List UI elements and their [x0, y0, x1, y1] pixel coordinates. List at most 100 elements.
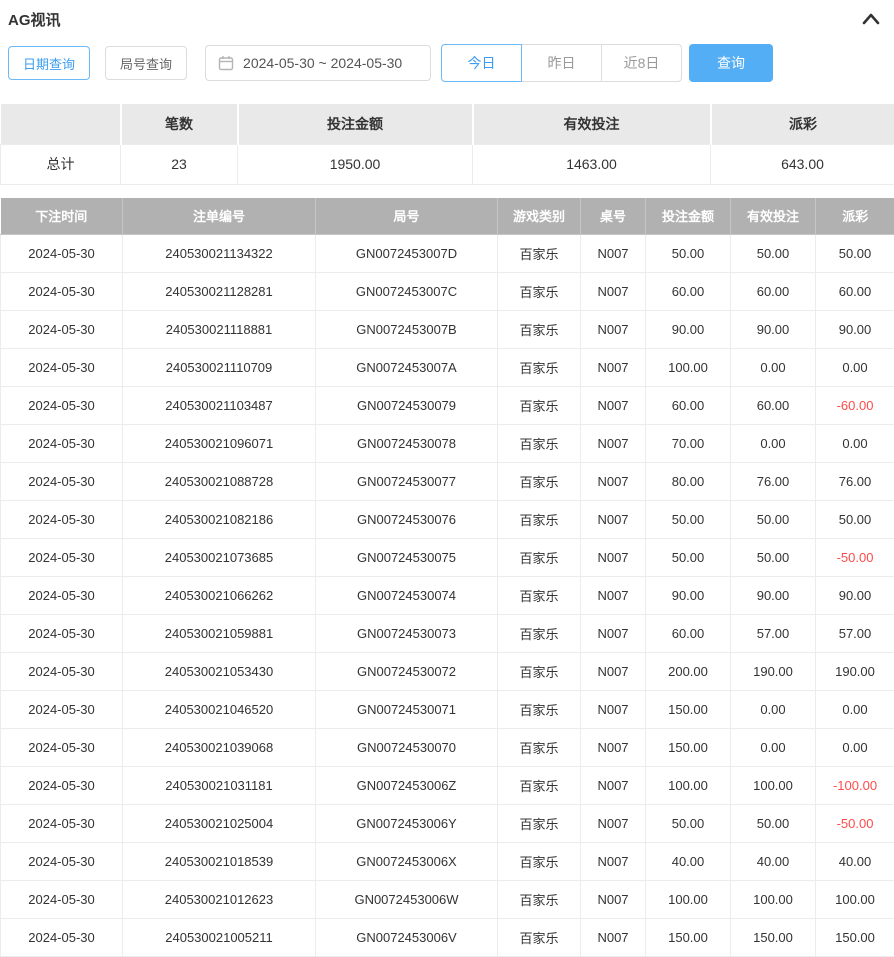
table-cell: 2024-05-30 [1, 349, 123, 387]
table-cell: 76.00 [731, 463, 816, 501]
summary-header-blank [1, 104, 121, 144]
table-cell: 2024-05-30 [1, 615, 123, 653]
table-cell: 57.00 [816, 615, 894, 653]
table-cell: 百家乐 [498, 349, 581, 387]
table-row: 2024-05-30240530021096071GN00724530078百家… [1, 425, 894, 463]
table-cell: GN00724530077 [316, 463, 498, 501]
table-cell: 60.00 [816, 273, 894, 311]
table-cell: N007 [581, 425, 646, 463]
table-cell: 百家乐 [498, 235, 581, 273]
table-cell: 2024-05-30 [1, 767, 123, 805]
table-cell: GN0072453006Y [316, 805, 498, 843]
table-cell: 100.00 [646, 767, 731, 805]
table-cell: 90.00 [816, 577, 894, 615]
table-cell: GN00724530076 [316, 501, 498, 539]
date-range-value: 2024-05-30 ~ 2024-05-30 [243, 55, 402, 71]
table-cell: 2024-05-30 [1, 387, 123, 425]
table-cell: 百家乐 [498, 615, 581, 653]
calendar-icon [218, 55, 234, 71]
table-cell: 100.00 [731, 767, 816, 805]
table-row: 2024-05-30240530021128281GN0072453007C百家… [1, 273, 894, 311]
summary-header-row: 笔数 投注金额 有效投注 派彩 [1, 104, 894, 144]
table-cell: 240530021012623 [123, 881, 316, 919]
table-cell: GN00724530073 [316, 615, 498, 653]
table-cell: 百家乐 [498, 387, 581, 425]
quick-button-today[interactable]: 今日 [441, 44, 522, 82]
table-cell: GN0072453007B [316, 311, 498, 349]
table-cell: 150.00 [816, 919, 894, 957]
table-cell: GN00724530078 [316, 425, 498, 463]
table-cell: 百家乐 [498, 919, 581, 957]
table-cell: 40.00 [816, 843, 894, 881]
table-cell: 50.00 [731, 235, 816, 273]
table-cell: 2024-05-30 [1, 501, 123, 539]
search-button[interactable]: 查询 [689, 44, 773, 82]
table-cell: N007 [581, 805, 646, 843]
table-cell: 百家乐 [498, 577, 581, 615]
table-cell: N007 [581, 349, 646, 387]
date-range-picker[interactable]: 2024-05-30 ~ 2024-05-30 [205, 45, 431, 81]
page-title: AG视讯 [8, 9, 61, 30]
round-query-button[interactable]: 局号查询 [105, 46, 187, 80]
table-cell: N007 [581, 767, 646, 805]
summary-total-row: 总计 23 1950.00 1463.00 643.00 [1, 144, 894, 184]
table-cell: 240530021005211 [123, 919, 316, 957]
table-cell: 150.00 [646, 691, 731, 729]
table-cell: 90.00 [731, 311, 816, 349]
column-header: 局号 [316, 198, 498, 235]
table-row: 2024-05-30240530021005211GN0072453006V百家… [1, 919, 894, 957]
table-cell: 2024-05-30 [1, 805, 123, 843]
table-cell: GN00724530071 [316, 691, 498, 729]
table-cell: 240530021046520 [123, 691, 316, 729]
table-cell: 240530021110709 [123, 349, 316, 387]
table-cell: N007 [581, 273, 646, 311]
table-cell: 百家乐 [498, 425, 581, 463]
table-cell: 50.00 [731, 501, 816, 539]
column-header: 游戏类别 [498, 198, 581, 235]
table-cell: GN0072453006Z [316, 767, 498, 805]
table-cell: 0.00 [816, 425, 894, 463]
table-cell: 百家乐 [498, 273, 581, 311]
table-row: 2024-05-30240530021110709GN0072453007A百家… [1, 349, 894, 387]
table-cell: 0.00 [731, 349, 816, 387]
table-cell: 百家乐 [498, 311, 581, 349]
table-cell: 百家乐 [498, 463, 581, 501]
summary-header-valid-bet: 有效投注 [473, 104, 711, 144]
table-cell: 2024-05-30 [1, 881, 123, 919]
table-cell: 240530021096071 [123, 425, 316, 463]
table-cell: 60.00 [731, 273, 816, 311]
table-cell: 60.00 [646, 273, 731, 311]
table-cell: 50.00 [646, 235, 731, 273]
table-cell: 240530021118881 [123, 311, 316, 349]
date-query-button[interactable]: 日期查询 [8, 46, 90, 80]
table-cell: 50.00 [646, 501, 731, 539]
quick-button-yesterday[interactable]: 昨日 [521, 44, 602, 82]
table-cell: 60.00 [646, 615, 731, 653]
table-cell: GN0072453006X [316, 843, 498, 881]
table-cell: 百家乐 [498, 539, 581, 577]
table-cell: N007 [581, 501, 646, 539]
table-cell: 百家乐 [498, 805, 581, 843]
table-cell: 百家乐 [498, 691, 581, 729]
table-cell: 50.00 [646, 539, 731, 577]
table-cell: GN00724530075 [316, 539, 498, 577]
table-cell: N007 [581, 311, 646, 349]
summary-bet-amount-value: 1950.00 [238, 144, 473, 184]
table-cell: 2024-05-30 [1, 843, 123, 881]
bet-table-body: 2024-05-30240530021134322GN0072453007D百家… [1, 235, 894, 957]
table-row: 2024-05-30240530021088728GN00724530077百家… [1, 463, 894, 501]
table-cell: 百家乐 [498, 729, 581, 767]
bet-records-table: 下注时间注单编号局号游戏类别桌号投注金额有效投注派彩 2024-05-30240… [0, 198, 894, 957]
table-cell: 90.00 [731, 577, 816, 615]
table-cell: N007 [581, 881, 646, 919]
table-cell: GN00724530074 [316, 577, 498, 615]
summary-valid-bet-value: 1463.00 [473, 144, 711, 184]
table-cell: 0.00 [731, 729, 816, 767]
chevron-up-icon[interactable] [860, 8, 882, 30]
column-header: 注单编号 [123, 198, 316, 235]
quick-button-last8days[interactable]: 近8日 [601, 44, 682, 82]
table-cell: 40.00 [731, 843, 816, 881]
table-cell: N007 [581, 653, 646, 691]
table-cell: -50.00 [816, 805, 894, 843]
table-cell: 0.00 [731, 425, 816, 463]
